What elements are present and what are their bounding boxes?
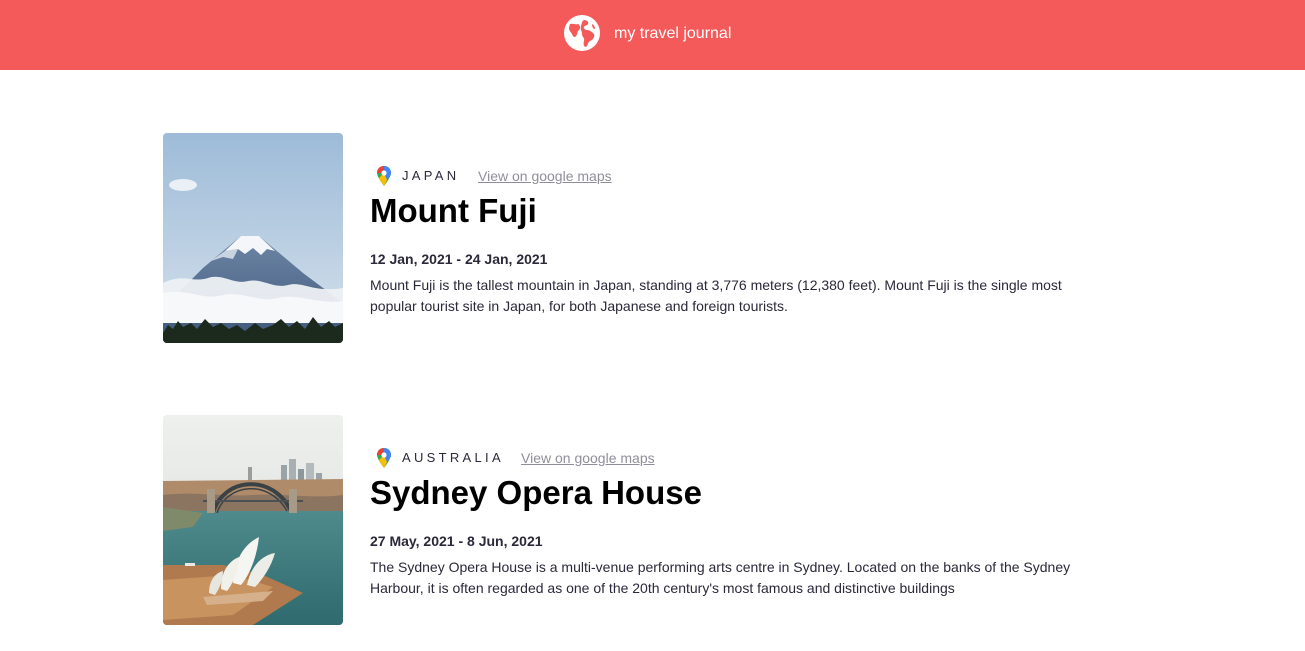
map-pin-icon (377, 166, 391, 186)
app-title: my travel journal (614, 25, 732, 42)
globe-icon (564, 15, 600, 51)
entry-dates: 12 Jan, 2021 - 24 Jan, 2021 (370, 251, 548, 267)
sydney-opera-house-photo (163, 415, 343, 625)
top-bar: my travel journal (0, 0, 1305, 70)
entry-description: Mount Fuji is the tallest mountain in Ja… (370, 277, 1062, 314)
mount-fuji-photo (163, 133, 343, 343)
country-label: AUSTRALIA (402, 450, 504, 465)
entry-dates: 27 May, 2021 - 8 Jun, 2021 (370, 533, 543, 549)
google-maps-link[interactable]: View on google maps (521, 449, 655, 467)
entry-title: Sydney Opera House (370, 474, 702, 511)
entry-description: The Sydney Opera House is a multi-venue … (370, 559, 1071, 596)
journal-entry: AUSTRALIA View on google maps Sydney Ope… (163, 415, 1123, 625)
journal-entry: JAPAN View on google maps Mount Fuji 12 … (163, 133, 1123, 343)
country-label: JAPAN (402, 168, 460, 183)
map-pin-icon (377, 448, 391, 468)
google-maps-link[interactable]: View on google maps (478, 167, 612, 185)
entry-title: Mount Fuji (370, 192, 537, 229)
